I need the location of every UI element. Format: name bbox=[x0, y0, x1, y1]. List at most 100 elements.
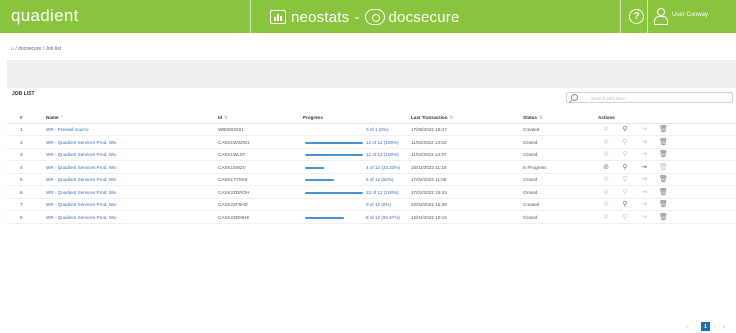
help-icon[interactable]: ? bbox=[629, 9, 644, 24]
status-text: Closed bbox=[523, 152, 538, 157]
table-row[interactable]: 4 WR - Quadient Services Prod. Wiv CASK15W… bbox=[7, 162, 736, 174]
user-icon[interactable] bbox=[654, 8, 668, 25]
search-input[interactable] bbox=[591, 94, 729, 102]
trash-icon[interactable]: 🗑 bbox=[659, 214, 668, 222]
check-circle-icon[interactable]: ⊘ bbox=[602, 214, 610, 222]
trash-icon[interactable]: 🗑 bbox=[659, 164, 668, 172]
table-row[interactable]: 8 WR - Quadient Services Prod. Wiv CASK2ZD… bbox=[7, 212, 736, 224]
person-search-icon[interactable]: ⚲ bbox=[621, 189, 629, 197]
row-number: 7 bbox=[20, 202, 23, 207]
table-header: # Name ^ Id ⇅ Progress Last Transaction ⇅ S… bbox=[7, 112, 736, 124]
check-circle-icon[interactable]: ⊘ bbox=[602, 201, 610, 209]
job-id: CASK17YSK9 bbox=[218, 177, 248, 182]
check-circle-icon[interactable]: ⊘ bbox=[602, 139, 610, 147]
sort-asc-icon[interactable]: ^ bbox=[61, 115, 63, 120]
export-icon[interactable]: ⇥ bbox=[640, 189, 648, 197]
page-first[interactable]: « bbox=[683, 322, 691, 331]
col-name[interactable]: Name ^ bbox=[46, 115, 63, 120]
col-status[interactable]: Status ⇅ bbox=[523, 115, 543, 121]
job-name-link[interactable]: WR - Quadient Services Prod. Wiv bbox=[46, 202, 116, 207]
job-name-link[interactable]: WR - Quadient Services Prod. Wiv bbox=[46, 190, 116, 195]
status-text: Created bbox=[523, 127, 540, 132]
person-search-icon[interactable]: ⚲ bbox=[621, 139, 629, 147]
job-name-link[interactable]: WR - Quadient Services Prod. Wiv bbox=[46, 165, 116, 170]
export-icon[interactable]: ⇥ bbox=[640, 214, 648, 222]
table-row[interactable]: 1 WR - Firewall source WB0003X01 0 of 1 (0%… bbox=[7, 124, 736, 136]
quadient-logo[interactable]: quadient bbox=[11, 6, 79, 26]
last-transaction: 17/02/2022 15:43 bbox=[411, 189, 447, 195]
user-name[interactable]: User Conway bbox=[672, 12, 708, 18]
last-transaction: 11/02/2022 14:37 bbox=[411, 152, 447, 157]
sort-icon[interactable]: ⇅ bbox=[450, 115, 454, 120]
person-search-icon[interactable]: ⚲ bbox=[621, 214, 629, 222]
bar-chart-icon bbox=[270, 10, 286, 24]
search-icon bbox=[571, 94, 578, 101]
export-icon[interactable]: ⇥ bbox=[640, 176, 648, 184]
progress-text: 8 of 12 (66.67%) bbox=[366, 214, 400, 220]
col-id[interactable]: Id ⇅ bbox=[218, 115, 228, 121]
person-search-icon[interactable]: ⚲ bbox=[621, 151, 629, 159]
progress-text: 6 of 12 (50%) bbox=[366, 177, 394, 182]
check-circle-icon[interactable]: ⊘ bbox=[602, 176, 610, 184]
export-icon[interactable]: ⇥ bbox=[640, 139, 648, 147]
trash-icon[interactable]: 🗑 bbox=[659, 189, 668, 197]
progress-text: 0 of 12 (0%) bbox=[366, 202, 392, 207]
person-search-icon[interactable]: ⚲ bbox=[621, 126, 629, 134]
col-progress: Progress bbox=[303, 115, 323, 120]
top-bar: quadient neostats - docsecure ? User Con… bbox=[0, 0, 736, 33]
export-icon[interactable]: ⇥ bbox=[640, 126, 648, 134]
job-name-link[interactable]: WR - Quadient Services Prod. Wiv bbox=[46, 177, 116, 182]
person-search-icon[interactable]: ⚲ bbox=[621, 176, 629, 184]
trash-icon[interactable]: 🗑 bbox=[659, 126, 668, 134]
page-prev[interactable]: ‹ bbox=[693, 322, 699, 331]
row-number: 4 bbox=[20, 164, 23, 170]
export-icon[interactable]: ⇥ bbox=[640, 164, 648, 172]
export-icon[interactable]: ⇥ bbox=[640, 151, 648, 159]
page-next[interactable]: › bbox=[712, 322, 718, 331]
page-last[interactable]: » bbox=[720, 322, 728, 331]
table-row[interactable]: 7 WR - Quadient Services Prod. Wiv CASK2ZF… bbox=[7, 199, 736, 211]
progress-fill bbox=[305, 179, 334, 181]
check-circle-icon[interactable]: ⊘ bbox=[602, 126, 610, 134]
status-text: Closed bbox=[523, 189, 538, 195]
progress-fill bbox=[305, 166, 325, 169]
job-id: CASK2ZDROH bbox=[218, 189, 250, 195]
sort-icon[interactable]: ⇅ bbox=[539, 115, 543, 120]
trash-icon[interactable]: 🗑 bbox=[659, 176, 668, 184]
table-row[interactable]: 2 WR - Quadient Services Prod. Wiv CASK1W3… bbox=[7, 137, 736, 149]
sort-icon[interactable]: ⇅ bbox=[224, 115, 228, 120]
row-number: 5 bbox=[20, 177, 23, 182]
progress-bar bbox=[305, 141, 363, 144]
page-current[interactable]: 1 bbox=[701, 322, 710, 331]
brand-separator: - bbox=[354, 8, 360, 26]
trash-icon[interactable]: 🗑 bbox=[659, 151, 668, 159]
breadcrumb-path[interactable]: / docsecure / Job list bbox=[14, 46, 61, 52]
job-name-link[interactable]: WR - Firewall source bbox=[46, 127, 89, 132]
progress-bar bbox=[305, 129, 363, 131]
toolbar-area bbox=[7, 60, 736, 88]
progress-text: 12 of 12 (100%) bbox=[366, 139, 399, 145]
trash-icon[interactable]: 🗑 bbox=[659, 201, 668, 209]
check-circle-icon[interactable]: ⊘ bbox=[602, 189, 610, 197]
progress-bar bbox=[305, 216, 363, 219]
progress-bar bbox=[305, 154, 363, 156]
check-circle-icon[interactable]: ⊘ bbox=[602, 151, 610, 159]
breadcrumb: ⌂ / docsecure / Job list bbox=[11, 46, 61, 52]
person-search-icon[interactable]: ⚲ bbox=[621, 201, 629, 209]
table-row[interactable]: 6 WR - Quadient Services Prod. Wiv CASK2ZD… bbox=[7, 187, 736, 199]
col-last-transaction[interactable]: Last Transaction ⇅ bbox=[411, 115, 453, 121]
check-circle-icon[interactable]: ⊘ bbox=[602, 164, 610, 172]
job-name-link[interactable]: WR - Quadient Services Prod. Wiv bbox=[46, 215, 116, 220]
status-text: Closed bbox=[523, 214, 538, 220]
job-name-link[interactable]: WR - Quadient Services Prod. Wiv bbox=[46, 152, 116, 157]
job-search[interactable] bbox=[566, 92, 733, 103]
person-search-icon[interactable]: ⚲ bbox=[621, 164, 629, 172]
table-row[interactable]: 5 WR - Quadient Services Prod. Wiv CASK17Y… bbox=[7, 174, 736, 186]
export-icon[interactable]: ⇥ bbox=[640, 201, 648, 209]
table-row[interactable]: 3 WR - Quadient Services Prod. Wiv CASK1WL… bbox=[7, 149, 736, 161]
product-brand: neostats - docsecure bbox=[270, 6, 460, 28]
trash-icon[interactable]: 🗑 bbox=[659, 139, 668, 147]
last-transaction: 22/03/2022 15:39 bbox=[411, 202, 447, 207]
status-text: Closed bbox=[523, 139, 538, 145]
job-name-link[interactable]: WR - Quadient Services Prod. Wiv bbox=[46, 140, 116, 145]
